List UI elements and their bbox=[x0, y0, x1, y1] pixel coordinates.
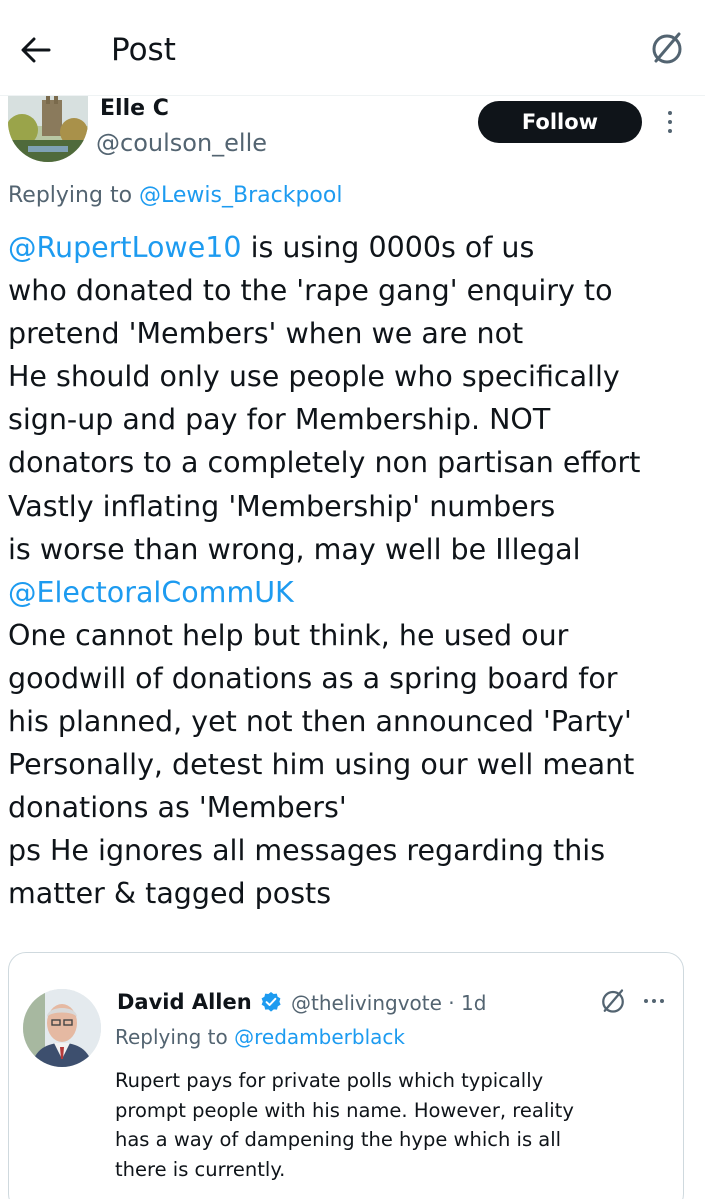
tweet-line: @RupertLowe10 is using 0000s of us bbox=[8, 231, 535, 264]
tweet-line: sign-up and pay for Membership. NOT bbox=[8, 403, 551, 437]
quoted-text-line: Rupert pays for private polls which typi… bbox=[115, 1069, 544, 1092]
quoted-text-line: has a way of dampening the hype which is… bbox=[115, 1128, 562, 1151]
grok-button[interactable] bbox=[643, 24, 691, 72]
grok-icon bbox=[602, 989, 624, 1013]
mention-link[interactable]: @RupertLowe10 bbox=[8, 231, 242, 264]
back-arrow-icon bbox=[21, 37, 51, 63]
tweet-line: ps He ignores all messages regarding thi… bbox=[8, 834, 606, 868]
quoted-reply-handle-link[interactable]: @redamberblack bbox=[234, 1025, 405, 1049]
reply-handle-link[interactable]: @Lewis_Brackpool bbox=[139, 183, 342, 208]
author-handle[interactable]: @coulson_elle bbox=[96, 126, 267, 160]
more-horizontal-icon bbox=[644, 999, 648, 1003]
quoted-text-line: there is currently. bbox=[115, 1157, 286, 1181]
tweet-line: pretend 'Members' when we are not bbox=[8, 317, 524, 351]
tweet-line: matter & tagged posts bbox=[8, 877, 332, 911]
quoted-text-line: prompt people with his name. However, re… bbox=[115, 1098, 574, 1122]
quoted-more-button[interactable] bbox=[639, 991, 669, 1011]
verified-badge-icon bbox=[261, 992, 281, 1012]
back-button[interactable] bbox=[14, 28, 58, 72]
tweet-line: donators to a completely non partisan ef… bbox=[8, 446, 641, 480]
quoted-grok-button[interactable] bbox=[595, 983, 631, 1019]
tweet-line: He should only use people who specifical… bbox=[8, 360, 620, 394]
tweet-line: his planned, yet not then announced 'Par… bbox=[8, 705, 632, 739]
tweet-line: Vastly inflating 'Membership' numbers bbox=[8, 489, 556, 523]
tweet-line: goodwill of donations as a spring board … bbox=[8, 661, 618, 695]
more-vertical-icon bbox=[668, 111, 672, 115]
top-bar: Post bbox=[0, 0, 705, 96]
tweet-line: who donated to the 'rape gang' enquiry t… bbox=[8, 274, 613, 308]
quoted-post-card[interactable]: David Allen @thelivingvote · 1d Replying… bbox=[8, 952, 684, 1199]
grok-icon bbox=[652, 32, 682, 64]
quoted-author-name[interactable]: David Allen bbox=[117, 987, 252, 1017]
quoted-author-avatar[interactable] bbox=[23, 989, 101, 1067]
page-title: Post bbox=[111, 32, 176, 68]
author-avatar[interactable] bbox=[8, 96, 88, 162]
quoted-post-text: Rupert pays for private polls which typi… bbox=[115, 1066, 675, 1184]
reply-context: Replying to @Lewis_Brackpool bbox=[8, 183, 343, 208]
quoted-reply-context: Replying to @redamberblack bbox=[115, 1025, 405, 1049]
author-name[interactable]: Elle C bbox=[100, 93, 169, 125]
quoted-author-handle-time: @thelivingvote · 1d bbox=[291, 991, 487, 1015]
tweet-line: One cannot help but think, he used our bbox=[8, 618, 569, 652]
tweet-line: donations as 'Members' bbox=[8, 791, 347, 825]
follow-button[interactable]: Follow bbox=[478, 101, 642, 143]
more-options-button[interactable] bbox=[656, 104, 684, 140]
tweet-text: @RupertLowe10 is using 0000s of us who d… bbox=[8, 226, 702, 916]
tweet-line: Personally, detest him using our well me… bbox=[8, 748, 635, 782]
mention-link[interactable]: @ElectoralCommUK bbox=[8, 571, 702, 614]
tweet-line: is worse than wrong, may well be Illegal bbox=[8, 532, 581, 566]
